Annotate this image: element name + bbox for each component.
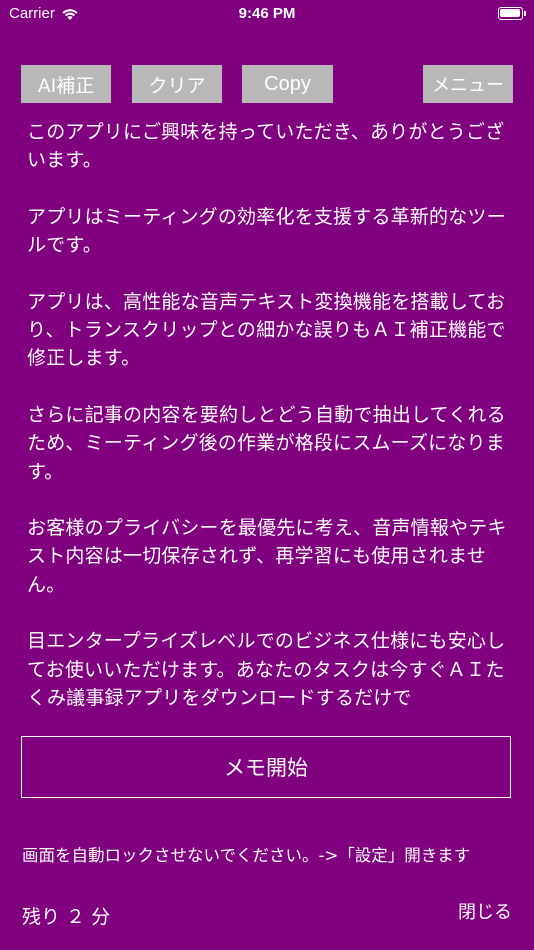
start-memo-button[interactable]: メモ開始 — [21, 736, 511, 798]
transcript-text-area[interactable]: このアプリにご興味を持っていただき、ありがとうございます。 アプリはミーティング… — [27, 118, 512, 712]
battery-icon — [498, 7, 526, 20]
status-bar: Carrier 9:46 PM — [0, 0, 534, 28]
auto-lock-notice-link[interactable]: 画面を自動ロックさせないでください。->「設定」開きます — [22, 842, 522, 866]
status-time: 9:46 PM — [238, 5, 296, 22]
remaining-time-label: 残り ２ 分 — [22, 906, 111, 928]
close-button[interactable]: 閉じる — [458, 898, 512, 924]
ai-correct-button[interactable]: AI補正 — [21, 65, 111, 103]
copy-button[interactable]: Copy — [242, 65, 333, 103]
menu-button[interactable]: メニュー — [423, 65, 513, 103]
clear-button[interactable]: クリア — [132, 65, 222, 103]
